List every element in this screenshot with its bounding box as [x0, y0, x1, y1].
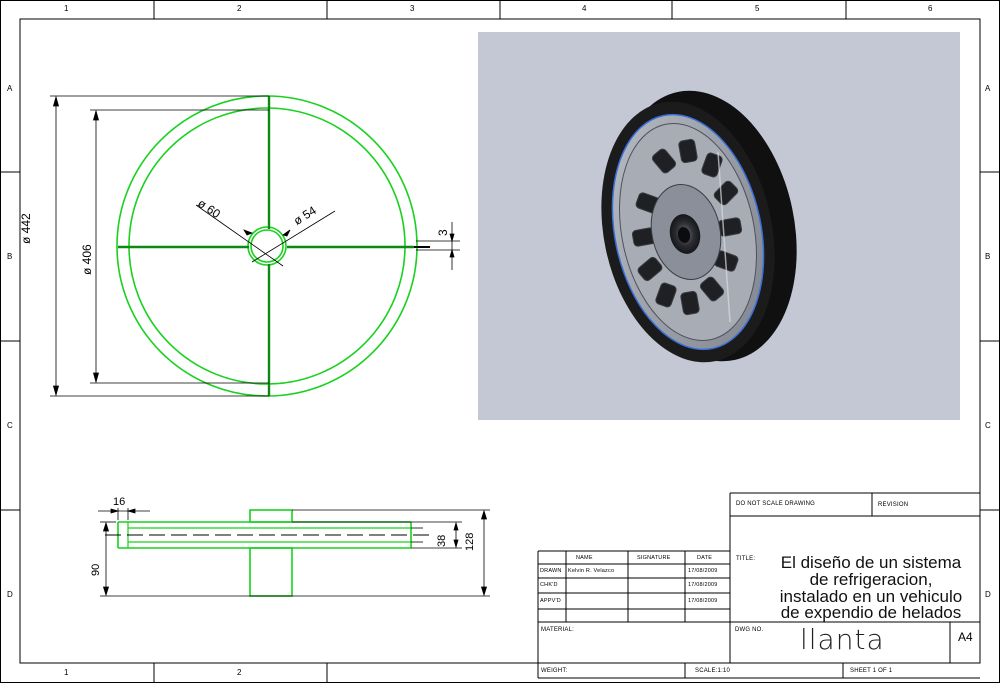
- zone-row-b-left: B: [7, 252, 13, 261]
- approved-role: APPV'D: [540, 598, 561, 604]
- dim-16-label: 16: [113, 496, 126, 508]
- sheet-size: A4: [958, 630, 973, 644]
- zone-row-a-right: A: [985, 84, 991, 93]
- title-line-1: El diseño de un sistema: [780, 553, 962, 572]
- title-line-4: de expendio de helados: [780, 603, 962, 622]
- checked-date: 17/08/2009: [688, 582, 718, 588]
- approved-date: 17/08/2009: [688, 598, 718, 604]
- front-view: [50, 95, 460, 397]
- zone-row-c-right: C: [985, 421, 991, 430]
- checked-role: CHK'D: [540, 582, 558, 588]
- drawn-name: Kelvin R. Velazco: [568, 568, 615, 574]
- hub-outer-circle: [247, 226, 287, 266]
- zone-row-b-right: B: [985, 252, 991, 261]
- dim-3-label: 3: [436, 229, 450, 236]
- col-signature-header: SIGNATURE: [637, 555, 671, 561]
- dim-406-label: ø 406: [80, 244, 94, 275]
- drawn-date: 17/08/2009: [688, 568, 718, 574]
- drawn-role: DRAWN: [540, 568, 562, 574]
- material-label: MATERIAL:: [541, 627, 575, 633]
- col-date-header: DATE: [697, 555, 713, 561]
- sheet-label: SHEET 1 OF 1: [850, 668, 893, 674]
- zone-row-d-left: D: [7, 590, 13, 599]
- zone-bottom-col-1: 1: [64, 668, 69, 677]
- zone-col-2: 2: [237, 4, 242, 13]
- zone-col-3: 3: [410, 4, 415, 13]
- drawing-name: llanta: [800, 623, 885, 656]
- scale-label: SCALE:1:10: [695, 668, 731, 674]
- zone-col-6: 6: [928, 4, 933, 13]
- zone-col-5: 5: [755, 4, 760, 13]
- zone-col-1: 1: [64, 4, 69, 13]
- zone-bottom-col-2: 2: [237, 668, 242, 677]
- render-view-panel: [478, 32, 960, 420]
- weight-label: WEIGHT:: [541, 668, 568, 674]
- do-not-scale-label: DO NOT SCALE DRAWING: [736, 501, 816, 507]
- title-label: TITLE:: [736, 556, 756, 562]
- dim-38-label: 38: [436, 534, 448, 547]
- revision-label: REVISION: [878, 502, 909, 508]
- zone-col-4: 4: [582, 4, 587, 13]
- dwg-no-label: DWG NO.: [735, 627, 764, 633]
- dim-442-label: ø 442: [19, 213, 33, 244]
- dim-128-label: 128: [464, 532, 476, 551]
- title-line-2: de refrigeracion,: [809, 570, 933, 589]
- dim-90-label: 90: [90, 563, 102, 576]
- col-name-header: NAME: [576, 555, 593, 561]
- zone-row-d-right: D: [985, 590, 991, 599]
- side-view: [98, 508, 490, 597]
- wheel-render: [601, 90, 797, 363]
- zone-row-a-left: A: [7, 84, 13, 93]
- zone-row-c-left: C: [7, 421, 13, 430]
